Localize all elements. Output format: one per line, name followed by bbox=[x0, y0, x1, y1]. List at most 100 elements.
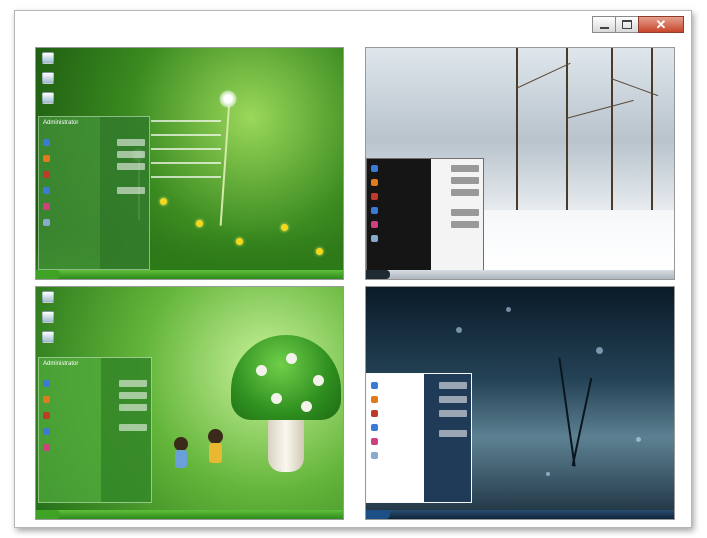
menu-item[interactable] bbox=[119, 424, 147, 431]
menu-item[interactable] bbox=[439, 410, 467, 417]
bare-tree bbox=[558, 357, 576, 467]
yellow-flower bbox=[236, 238, 243, 245]
start-menu-places bbox=[99, 117, 149, 269]
theme-preview-snow-forest[interactable] bbox=[365, 47, 675, 280]
start-menu-programs bbox=[367, 374, 425, 502]
app-icon bbox=[371, 424, 378, 431]
mushroom-spot bbox=[271, 393, 282, 404]
menu-item[interactable] bbox=[439, 382, 467, 389]
mushroom-cap bbox=[231, 335, 341, 420]
taskbar bbox=[36, 510, 343, 519]
close-button[interactable]: ✕ bbox=[638, 16, 684, 33]
image-viewer-window: ✕ Administrator Administrator bbox=[14, 10, 692, 528]
desktop-icon-my-computer[interactable] bbox=[42, 72, 54, 84]
start-menu-places bbox=[100, 358, 151, 502]
window-controls: ✕ bbox=[592, 16, 684, 33]
internet-icon bbox=[371, 165, 378, 172]
menu-item[interactable] bbox=[117, 139, 145, 146]
internet-icon bbox=[43, 380, 50, 387]
app-icon bbox=[43, 187, 50, 194]
mushroom-spot bbox=[301, 401, 312, 412]
minimize-button[interactable] bbox=[592, 16, 616, 33]
mushroom-stem bbox=[268, 412, 304, 472]
app-icon bbox=[43, 428, 50, 435]
internet-icon bbox=[371, 382, 378, 389]
dandelion-stem bbox=[219, 105, 230, 226]
minimize-icon bbox=[599, 26, 609, 29]
theme-preview-green-dandelion[interactable]: Administrator bbox=[35, 47, 344, 280]
yellow-flower bbox=[316, 248, 323, 255]
start-menu-programs bbox=[39, 358, 101, 502]
menu-item[interactable] bbox=[451, 177, 479, 184]
tree-branch bbox=[565, 99, 634, 119]
taskbar bbox=[36, 270, 343, 279]
media-icon bbox=[43, 444, 50, 451]
menu-item[interactable] bbox=[451, 165, 479, 172]
start-menu[interactable] bbox=[366, 373, 472, 503]
desktop-icon-network[interactable] bbox=[42, 331, 54, 343]
desktop-icon-network[interactable] bbox=[42, 92, 54, 104]
start-menu-places bbox=[430, 159, 483, 271]
bokeh-light bbox=[546, 472, 550, 476]
app-icon bbox=[371, 193, 378, 200]
bokeh-light bbox=[456, 327, 462, 333]
mushroom-spot bbox=[313, 375, 324, 386]
mushroom-spot bbox=[256, 365, 267, 376]
start-menu[interactable]: Administrator bbox=[38, 116, 150, 270]
cartoon-boy-body bbox=[175, 450, 187, 468]
mushroom-spot bbox=[286, 353, 297, 364]
taskbar bbox=[366, 270, 674, 279]
internet-icon bbox=[43, 139, 50, 146]
menu-item[interactable] bbox=[451, 209, 479, 216]
start-button[interactable] bbox=[366, 270, 390, 279]
cartoon-girl-body bbox=[209, 443, 222, 463]
dandelion-puff bbox=[219, 90, 237, 108]
app-icon bbox=[371, 207, 378, 214]
media-icon bbox=[371, 438, 378, 445]
app-icon bbox=[371, 410, 378, 417]
menu-item[interactable] bbox=[119, 380, 147, 387]
overlay-handwritten-text bbox=[151, 120, 221, 190]
app-icon bbox=[371, 235, 378, 242]
menu-item[interactable] bbox=[451, 221, 479, 228]
cartoon-boy bbox=[174, 437, 188, 451]
menu-item[interactable] bbox=[451, 189, 479, 196]
theme-preview-green-mushroom[interactable]: Administrator bbox=[35, 286, 344, 520]
app-icon bbox=[43, 219, 50, 226]
theme-preview-dark-blue-bokeh[interactable] bbox=[365, 286, 675, 520]
maximize-icon bbox=[622, 20, 632, 29]
desktop-icon-my-computer[interactable] bbox=[42, 311, 54, 323]
start-menu-programs bbox=[367, 159, 431, 271]
menu-item[interactable] bbox=[119, 404, 147, 411]
start-menu-username: Administrator bbox=[43, 361, 79, 367]
start-menu[interactable]: Administrator bbox=[38, 357, 152, 503]
bokeh-light bbox=[596, 347, 603, 354]
tree-trunk bbox=[651, 48, 653, 228]
email-icon bbox=[371, 179, 378, 186]
tree-trunk bbox=[611, 48, 613, 218]
desktop-icon-my-documents[interactable] bbox=[42, 291, 54, 303]
start-button[interactable] bbox=[36, 270, 60, 279]
start-button[interactable] bbox=[366, 510, 390, 519]
start-menu-places bbox=[424, 374, 471, 502]
email-icon bbox=[43, 155, 50, 162]
menu-item[interactable] bbox=[439, 396, 467, 403]
email-icon bbox=[371, 396, 378, 403]
menu-item[interactable] bbox=[117, 187, 145, 194]
start-menu-programs bbox=[39, 117, 100, 269]
menu-item[interactable] bbox=[439, 430, 467, 437]
desktop-icon-my-documents[interactable] bbox=[42, 52, 54, 64]
yellow-flower bbox=[281, 224, 288, 231]
taskbar bbox=[366, 510, 674, 519]
app-icon bbox=[43, 171, 50, 178]
bare-tree bbox=[571, 377, 593, 467]
start-menu-username: Administrator bbox=[43, 120, 79, 126]
menu-item[interactable] bbox=[117, 163, 145, 170]
email-icon bbox=[43, 396, 50, 403]
menu-item[interactable] bbox=[119, 392, 147, 399]
maximize-button[interactable] bbox=[615, 16, 639, 33]
menu-item[interactable] bbox=[117, 151, 145, 158]
start-menu[interactable] bbox=[366, 158, 484, 272]
bokeh-light bbox=[636, 437, 641, 442]
start-button[interactable] bbox=[36, 510, 60, 519]
